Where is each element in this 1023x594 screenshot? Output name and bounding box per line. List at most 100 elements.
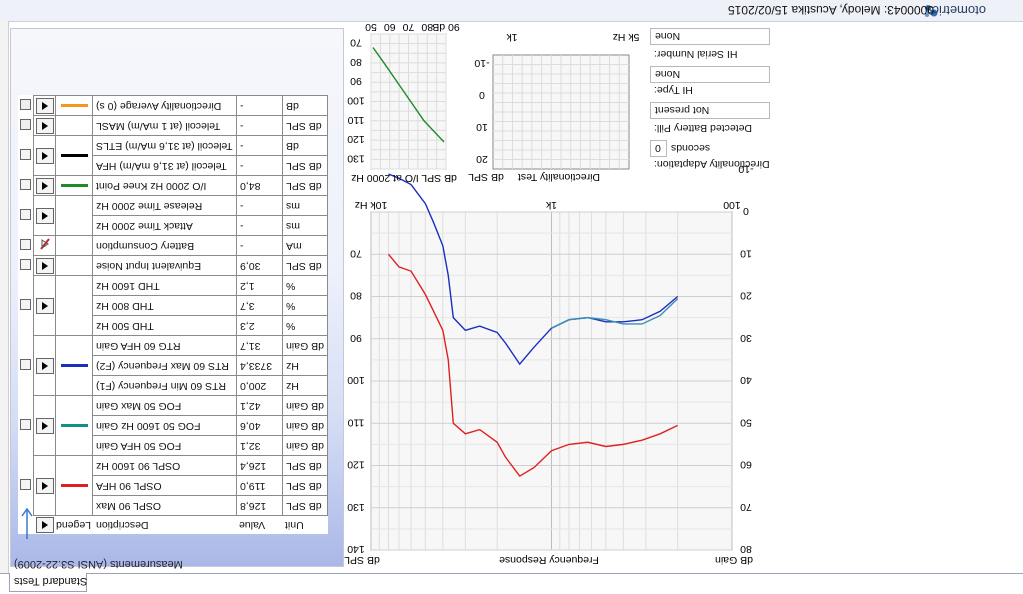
cell-unit: dB Gain bbox=[281, 415, 328, 436]
cell-unit: % bbox=[281, 295, 328, 316]
fr-x-tick-1k: 1k bbox=[545, 199, 557, 211]
legend-cell bbox=[55, 255, 93, 276]
expand-arrow-icon[interactable] bbox=[20, 506, 34, 540]
cell-desc: THD 500 Hz bbox=[92, 315, 237, 336]
hi-type-field[interactable]: None bbox=[650, 66, 770, 83]
play-cell[interactable] bbox=[33, 115, 56, 136]
fr-ylabel-right: dB Gain bbox=[715, 554, 753, 566]
legend-cell bbox=[55, 395, 93, 456]
io-y-tick: 110 bbox=[347, 114, 364, 126]
play-cell[interactable] bbox=[33, 335, 56, 396]
play-cell[interactable] bbox=[33, 255, 56, 276]
play-button-icon[interactable] bbox=[35, 297, 54, 314]
select-checkbox-icon[interactable] bbox=[20, 298, 31, 310]
tab-standard-tests[interactable]: Standard Tests bbox=[9, 573, 87, 592]
row-checkbox[interactable] bbox=[18, 195, 34, 236]
legend-line bbox=[60, 184, 88, 188]
cell-desc: OSPL 90 Max bbox=[92, 495, 237, 516]
io-y-tick: 100 bbox=[347, 95, 365, 107]
fr-right-tick: 30 bbox=[740, 332, 752, 344]
io-x-tick: 50 bbox=[365, 21, 377, 33]
legend-line bbox=[60, 364, 88, 368]
cell-value: 200,0 bbox=[235, 375, 283, 396]
play-all-button-icon[interactable] bbox=[35, 517, 54, 533]
play-cell[interactable] bbox=[33, 275, 56, 336]
cell-value: 3,7 bbox=[235, 295, 283, 316]
select-checkbox-icon[interactable] bbox=[20, 148, 31, 160]
cell-value: 40,6 bbox=[235, 415, 283, 436]
select-checkbox-icon[interactable] bbox=[20, 208, 31, 220]
play-button-icon[interactable] bbox=[35, 207, 54, 224]
hi-serial-field[interactable]: None bbox=[650, 28, 770, 45]
row-checkbox[interactable] bbox=[18, 135, 34, 176]
row-checkbox[interactable] bbox=[18, 175, 34, 196]
row-checkbox[interactable] bbox=[18, 275, 34, 336]
fr-left-tick: 140 bbox=[347, 543, 365, 555]
cell-value: 1,2 bbox=[235, 275, 283, 296]
table-row: Equivalent Input Noise 30,9 dB SPL bbox=[18, 255, 328, 276]
select-checkbox-icon[interactable] bbox=[20, 358, 31, 370]
play-button-icon[interactable] bbox=[35, 357, 54, 374]
graphs-area: 140 130 120 110 100 90 80 70 80 70 60 50 40 30 20 10 0 -1… bbox=[344, 21, 1012, 570]
battery-field[interactable]: Not present bbox=[650, 102, 770, 119]
row-checkbox[interactable] bbox=[18, 335, 34, 396]
row-checkbox[interactable] bbox=[18, 255, 34, 276]
left-edge-strip bbox=[0, 21, 9, 573]
cell-unit: Hz bbox=[281, 355, 328, 376]
select-checkbox-icon[interactable] bbox=[20, 178, 31, 190]
legend-cell bbox=[55, 275, 93, 336]
fr-right-tick: 70 bbox=[740, 501, 752, 513]
select-checkbox-icon[interactable] bbox=[20, 118, 31, 130]
cell-desc: Telecoil (at 31,6 mA/m) ETLS bbox=[92, 135, 237, 156]
play-cell[interactable] bbox=[33, 175, 56, 196]
cell-value: - bbox=[235, 215, 283, 236]
cell-unit: dB SPL bbox=[281, 155, 328, 176]
play-button-icon[interactable] bbox=[35, 257, 54, 274]
row-checkbox[interactable] bbox=[18, 395, 34, 456]
play-cell[interactable] bbox=[33, 395, 56, 456]
cell-desc: FOG 50 HFA Gain bbox=[92, 435, 237, 456]
legend-cell bbox=[55, 95, 93, 116]
play-cell[interactable] bbox=[33, 235, 56, 256]
fr-xlabel: Frequency Response bbox=[499, 554, 599, 566]
play-cell[interactable] bbox=[33, 135, 56, 176]
play-button-icon[interactable] bbox=[35, 117, 54, 134]
directionality-field[interactable]: 0 bbox=[650, 140, 667, 157]
header-play[interactable] bbox=[34, 516, 56, 535]
play-button-icon[interactable] bbox=[35, 417, 54, 434]
select-checkbox-icon[interactable] bbox=[20, 98, 31, 110]
cell-desc: Telecoil (at 31,6 mA/m) HFA bbox=[92, 155, 237, 176]
play-cell[interactable] bbox=[33, 95, 56, 116]
dir-y-tick: 0 bbox=[479, 89, 485, 101]
play-button-icon[interactable] bbox=[35, 147, 54, 164]
table-row: Battery Consumption - mA bbox=[18, 235, 328, 256]
row-checkbox[interactable] bbox=[18, 115, 34, 136]
select-checkbox-icon[interactable] bbox=[20, 478, 31, 490]
table-header-row: Legend Description Value Unit bbox=[18, 515, 327, 535]
select-checkbox-icon[interactable] bbox=[20, 238, 31, 250]
play-button-icon[interactable] bbox=[35, 177, 54, 194]
top-header-bar: otometrics 0000043: Melody, Acustika 15/… bbox=[0, 0, 1023, 22]
table-row: Release Time 2000 Hz - ms bbox=[18, 195, 328, 236]
dir-y-tick: -10 bbox=[474, 57, 489, 69]
cell-unit: ms bbox=[281, 215, 328, 236]
cell-value: - bbox=[235, 115, 283, 136]
directionality-unit: seconds bbox=[671, 142, 711, 154]
row-checkbox[interactable] bbox=[18, 95, 34, 116]
fr-x-tick-100: 100 bbox=[723, 199, 741, 211]
row-checkbox[interactable] bbox=[18, 235, 34, 256]
fr-right-tick: 20 bbox=[740, 290, 752, 302]
select-checkbox-icon[interactable] bbox=[20, 418, 31, 430]
cell-desc: RTS 60 Min Frequency (F1) bbox=[92, 375, 237, 396]
play-cell[interactable] bbox=[33, 195, 56, 236]
play-cell[interactable] bbox=[33, 455, 56, 516]
table-row: RTG 60 HFA Gain 31,7 dB Gain bbox=[18, 335, 328, 396]
cell-desc: FOG 50 1600 Hz Gain bbox=[92, 415, 237, 436]
select-checkbox-icon[interactable] bbox=[20, 258, 31, 270]
cell-desc: THD 800 Hz bbox=[92, 295, 237, 316]
play-button-icon[interactable] bbox=[35, 477, 54, 494]
cell-desc: Battery Consumption bbox=[92, 235, 237, 256]
disabled-play-icon[interactable] bbox=[38, 237, 52, 251]
measurements-table: Directionality Average (0 s) - dB Telecoil … bbox=[18, 95, 328, 534]
play-button-icon[interactable] bbox=[35, 97, 54, 114]
